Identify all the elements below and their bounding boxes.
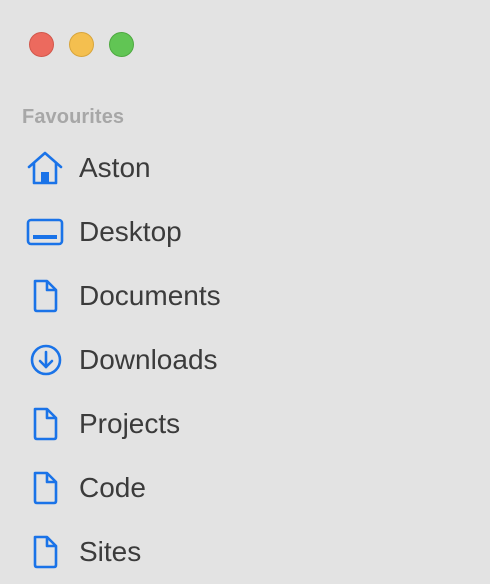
- sidebar-item-desktop[interactable]: Desktop: [0, 200, 490, 264]
- close-window-button[interactable]: [29, 32, 54, 57]
- desktop-icon: [26, 214, 64, 250]
- sidebar-item-label: Desktop: [79, 216, 182, 247]
- sidebar-item-label: Aston: [79, 152, 151, 183]
- sidebar-item-documents[interactable]: Documents: [0, 264, 490, 328]
- sidebar-item-sites[interactable]: Sites: [0, 520, 490, 584]
- home-icon: [26, 150, 64, 186]
- sidebar-item-projects[interactable]: Projects: [0, 392, 490, 456]
- favourites-list: Aston Desktop Documents Downloads Projec…: [0, 136, 490, 584]
- sidebar-item-label: Documents: [79, 280, 221, 311]
- sidebar-item-label: Downloads: [79, 344, 218, 375]
- sidebar-item-downloads[interactable]: Downloads: [0, 328, 490, 392]
- favourites-section-title: Favourites: [22, 106, 125, 128]
- zoom-window-button[interactable]: [109, 32, 134, 57]
- document-icon: [26, 534, 64, 570]
- download-icon: [26, 342, 64, 378]
- sidebar-item-aston[interactable]: Aston: [0, 136, 490, 200]
- document-icon: [26, 470, 64, 506]
- sidebar-item-label: Sites: [79, 536, 142, 567]
- document-icon: [26, 278, 64, 314]
- minimize-window-button[interactable]: [69, 32, 94, 57]
- sidebar-item-code[interactable]: Code: [0, 456, 490, 520]
- document-icon: [26, 406, 64, 442]
- sidebar-item-label: Projects: [79, 408, 181, 439]
- sidebar-item-label: Code: [79, 472, 146, 503]
